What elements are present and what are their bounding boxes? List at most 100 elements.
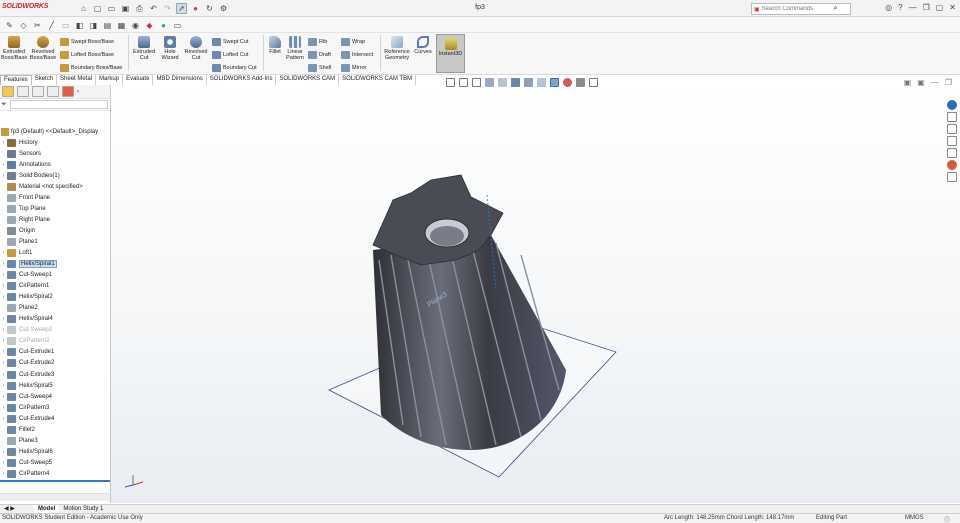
swept-boss-button[interactable]: Swept Boss/Base	[60, 38, 114, 46]
expand-arrow-icon[interactable]: ›	[0, 471, 7, 477]
viewport-restore-icon[interactable]: ▣	[917, 78, 925, 87]
lofted-boss-button[interactable]: Lofted Boss/Base	[60, 51, 114, 59]
view-orientation-icon[interactable]: ▦	[116, 20, 127, 31]
maximize-icon[interactable]: ▢	[936, 3, 944, 12]
graphics-area[interactable]: Plane3	[111, 85, 960, 503]
reference-geometry-button[interactable]: Reference Geometry	[383, 36, 411, 61]
filter-funnel-icon[interactable]: ⏷	[1, 101, 7, 109]
viewport-minimize-icon[interactable]: —	[931, 78, 939, 87]
expand-arrow-icon[interactable]: ›	[0, 460, 7, 466]
tree-item[interactable]: › Helix/Spiral4	[0, 314, 110, 325]
tree-item[interactable]: › CirPattern4	[0, 468, 110, 479]
filter-input[interactable]	[9, 100, 108, 109]
redo-icon[interactable]: ↷	[162, 3, 173, 14]
tree-root-part[interactable]: fp3 (Default) <<Default>_Display	[0, 126, 110, 137]
search-commands-input[interactable]	[761, 6, 832, 12]
expand-arrow-icon[interactable]: ›	[0, 162, 7, 168]
tab-sheet-metal[interactable]: Sheet Metal	[57, 75, 97, 85]
tree-item[interactable]: › Annotations	[0, 159, 110, 170]
tree-item[interactable]: › Cut-Extrude4	[0, 413, 110, 424]
edit-appearance-icon[interactable]: ▤	[102, 20, 113, 31]
tree-item[interactable]: › Helix/Spiral1	[0, 259, 110, 270]
hole-wizard-button[interactable]: Hole Wizard	[158, 36, 182, 61]
expand-arrow-icon[interactable]: ›	[0, 394, 7, 400]
draft-button[interactable]: Draft	[308, 51, 331, 59]
appearance-icon[interactable]: ●	[158, 20, 169, 31]
viewport-split-icon[interactable]: ▣	[904, 78, 912, 87]
trim-icon[interactable]: ✂	[32, 20, 43, 31]
tree-item[interactable]: › Cut-Extrude1	[0, 347, 110, 358]
revolved-boss-button[interactable]: Revolved Boss/Base	[29, 36, 57, 61]
tree-item[interactable]: › Cut-Sweep1	[0, 270, 110, 281]
appearances-icon[interactable]	[947, 160, 957, 170]
display-monitor-icon[interactable]	[589, 78, 598, 87]
tree-item[interactable]: › Helix/Spiral6	[0, 446, 110, 457]
tree-item[interactable]: Top Plane	[0, 203, 110, 214]
status-units[interactable]: MMGS	[905, 515, 924, 521]
expand-arrow-icon[interactable]: ›	[0, 327, 7, 333]
display-manager-tab-icon[interactable]	[62, 86, 74, 97]
select-cursor-icon[interactable]: ➚	[176, 3, 187, 14]
search-commands-box[interactable]: ▣ ⌕	[751, 3, 851, 15]
tree-item[interactable]: › History	[0, 137, 110, 148]
expand-arrow-icon[interactable]: ›	[0, 372, 7, 378]
tree-item[interactable]: › Helix/Spiral2	[0, 292, 110, 303]
rib-button[interactable]: Rib	[308, 38, 327, 46]
tree-item[interactable]: › CirPattern3	[0, 402, 110, 413]
expand-arrow-icon[interactable]: ›	[0, 261, 7, 267]
tree-item[interactable]: Plane2	[0, 303, 110, 314]
solidworks-resources-icon[interactable]	[947, 100, 957, 110]
property-manager-tab-icon[interactable]	[17, 86, 29, 97]
tree-item[interactable]: Sensors	[0, 148, 110, 159]
tab-mbd-dimensions[interactable]: MBD Dimensions	[153, 75, 207, 85]
tab-solidworks-add-ins[interactable]: SOLIDWORKS Add-Ins	[207, 75, 277, 85]
tree-item[interactable]: › Solid Bodies(1)	[0, 170, 110, 181]
expand-arrow-icon[interactable]: ›	[0, 316, 7, 322]
extruded-cut-button[interactable]: Extruded Cut	[132, 36, 156, 61]
section-view-icon[interactable]	[485, 78, 494, 87]
user-account-icon[interactable]: ◎	[885, 3, 892, 12]
tab-solidworks-cam-tbm[interactable]: SOLIDWORKS CAM TBM	[339, 75, 417, 85]
search-icon[interactable]: ⌕	[834, 5, 838, 13]
tree-item[interactable]: › Loft1	[0, 247, 110, 258]
tree-item[interactable]: › Helix/Spiral5	[0, 380, 110, 391]
tree-item[interactable]: › Cut-Sweep4	[0, 391, 110, 402]
tree-item[interactable]: › CirPattern2	[0, 336, 110, 347]
tree-item[interactable]: › Cut-Extrude3	[0, 369, 110, 380]
line-icon[interactable]: ╱	[46, 20, 57, 31]
expand-arrow-icon[interactable]: ›	[0, 349, 7, 355]
tree-item[interactable]: Origin	[0, 225, 110, 236]
expand-arrow-icon[interactable]: ›	[0, 383, 7, 389]
tree-item[interactable]: › Cut-Sweep3	[0, 325, 110, 336]
more-tabs-chevron-icon[interactable]: ›	[77, 89, 79, 95]
save-icon[interactable]: ▣	[120, 3, 131, 14]
tab-features[interactable]: Features	[0, 75, 32, 85]
tree-item[interactable]: › Cut-Extrude2	[0, 358, 110, 369]
boundary-boss-button[interactable]: Boundary Boss/Base	[60, 64, 122, 72]
screen-capture-icon[interactable]: ▭	[172, 20, 183, 31]
expand-arrow-icon[interactable]: ›	[0, 338, 7, 344]
expand-arrow-icon[interactable]: ›	[0, 405, 7, 411]
view-settings-icon[interactable]	[576, 78, 585, 87]
tree-item[interactable]: Material <not specified>	[0, 181, 110, 192]
tree-item[interactable]: › CirPattern1	[0, 281, 110, 292]
tab-markup[interactable]: Markup	[96, 75, 124, 85]
dynamic-annotation-icon[interactable]	[498, 78, 507, 87]
intersect-button[interactable]: Intersect	[341, 51, 373, 59]
status-help-icon[interactable]: ⓘ	[944, 515, 950, 523]
mirror-button[interactable]: Mirror	[341, 64, 366, 72]
curves-button[interactable]: Curves	[412, 36, 434, 55]
wrap-button[interactable]: Wrap	[341, 38, 365, 46]
shell-button[interactable]: Shell	[308, 64, 331, 72]
minimize-icon[interactable]: —	[909, 3, 917, 12]
expand-arrow-icon[interactable]: ›	[0, 140, 7, 146]
configuration-manager-tab-icon[interactable]	[32, 86, 44, 97]
view-settings-icon[interactable]: ◉	[130, 20, 141, 31]
fillet-button[interactable]: Fillet	[266, 36, 284, 55]
expand-arrow-icon[interactable]: ›	[0, 416, 7, 422]
tab-sketch[interactable]: Sketch	[32, 75, 58, 85]
tree-item[interactable]: Plane3	[0, 435, 110, 446]
tree-item[interactable]: Fillet2	[0, 424, 110, 435]
tab-evaluate[interactable]: Evaluate	[123, 75, 154, 85]
dimxpert-tab-icon[interactable]	[47, 86, 59, 97]
